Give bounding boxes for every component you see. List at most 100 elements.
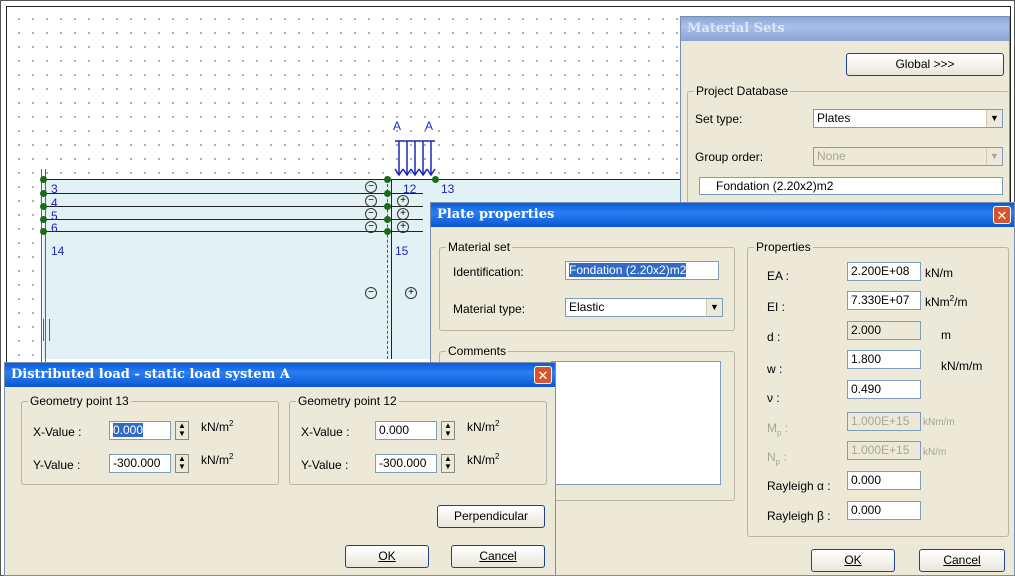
g12-y-input[interactable]: -300.000 (375, 454, 437, 473)
node-6[interactable] (40, 216, 47, 223)
boundary-tick (49, 319, 50, 341)
g12-y-label: Y-Value : (301, 458, 349, 472)
d-input: 2.000 (847, 321, 921, 340)
layer-line-2 (43, 193, 423, 194)
minus-symbol-icon: − (365, 287, 377, 299)
chevron-down-icon[interactable]: ▼ (986, 110, 1002, 127)
plate-cancel-button[interactable]: Cancel (919, 549, 1005, 572)
identification-input[interactable]: Fondation (2.20x2)m2 (565, 261, 719, 280)
g13-x-spinner[interactable]: ▲ ▼ (175, 421, 189, 440)
layer-line-1 (43, 179, 693, 180)
g12-y-spinner[interactable]: ▲ ▼ (441, 454, 455, 473)
wall-line-2 (391, 179, 392, 359)
label-14: 14 (51, 244, 65, 258)
layer-line-3 (43, 206, 423, 207)
geometry-point-12-label: Geometry point 12 (296, 394, 399, 408)
material-sets-titlebar[interactable]: Material Sets (681, 17, 1009, 41)
project-database-label: Project Database (694, 84, 791, 98)
material-type-select[interactable]: Elastic ▼ (565, 298, 723, 317)
w-unit: kN/m/m (941, 359, 983, 373)
node-14[interactable] (40, 228, 47, 235)
ea-unit: kN/m (925, 266, 953, 280)
rayleigh-beta-input[interactable]: 0.000 (847, 501, 921, 520)
material-list-item[interactable]: Fondation (2.20x2)m2 (699, 177, 1003, 195)
g12-x-label: X-Value : (301, 425, 350, 439)
plus-symbol-icon: + (405, 287, 417, 299)
d-label: d : (767, 330, 781, 344)
node-9[interactable] (384, 203, 391, 210)
label-4: 4 (51, 196, 58, 210)
distributed-load-arrows-icon[interactable] (393, 137, 441, 181)
distributed-load-window[interactable]: Distributed load - static load system A … (4, 362, 556, 576)
g13-x-input[interactable]: 0.000 (109, 421, 171, 440)
node-12[interactable] (384, 176, 391, 183)
plus-symbol-icon: + (397, 195, 409, 207)
nu-label: ν : (767, 391, 780, 405)
nu-input[interactable]: 0.490 (847, 380, 921, 399)
g13-y-unit: kN/m2 (201, 452, 234, 467)
w-label: w : (767, 362, 783, 376)
node-10[interactable] (384, 216, 391, 223)
ei-input[interactable]: 7.330E+07 (847, 291, 921, 310)
np-input: 1.000E+15 (847, 441, 921, 460)
g13-y-input[interactable]: -300.000 (109, 454, 171, 473)
ea-input[interactable]: 2.200E+08 (847, 262, 921, 281)
ei-unit: kNm2/m (925, 294, 968, 309)
node-8[interactable] (384, 190, 391, 197)
group-order-select[interactable]: None ▼ (813, 147, 1003, 166)
rayleigh-alpha-label: Rayleigh α : (767, 479, 831, 493)
plus-symbol-icon: + (397, 208, 409, 220)
load-ok-button[interactable]: OK (345, 545, 429, 568)
load-cancel-button[interactable]: Cancel (451, 545, 545, 568)
w-input[interactable]: 1.800 (847, 350, 921, 369)
perpendicular-button[interactable]: Perpendicular (437, 505, 545, 528)
rayleigh-alpha-input[interactable]: 0.000 (847, 471, 921, 490)
g12-x-spinner[interactable]: ▲ ▼ (441, 421, 455, 440)
rayleigh-beta-label: Rayleigh β : (767, 509, 831, 523)
plus-symbol-icon: + (397, 221, 409, 233)
chevron-down-icon[interactable]: ▼ (986, 148, 1002, 165)
label-3: 3 (51, 182, 58, 196)
mp-label: Mp : (767, 421, 789, 438)
global-button[interactable]: Global >>> (846, 53, 1004, 76)
distributed-load-titlebar[interactable]: Distributed load - static load system A (5, 363, 555, 387)
d-unit: m (941, 328, 951, 342)
set-type-label: Set type: (695, 112, 743, 126)
mp-input: 1.000E+15 (847, 412, 921, 431)
g13-x-unit: kN/m2 (201, 419, 234, 434)
g12-y-unit: kN/m2 (467, 452, 500, 467)
layer-line-4 (43, 219, 423, 220)
label-15: 15 (395, 244, 409, 258)
load-label-a2: A (425, 119, 434, 133)
material-set-group: Material set (439, 240, 735, 331)
label-6: 6 (51, 221, 58, 235)
g13-y-spinner[interactable]: ▲ ▼ (175, 454, 189, 473)
chevron-down-icon[interactable]: ▼ (706, 299, 722, 316)
close-icon[interactable]: ✕ (534, 366, 552, 384)
identification-label: Identification: (453, 265, 524, 279)
ei-label: EI : (767, 300, 786, 314)
set-type-select[interactable]: Plates ▼ (813, 109, 1003, 128)
node-5[interactable] (40, 203, 47, 210)
comments-label: Comments (446, 344, 509, 358)
node-3[interactable] (40, 176, 47, 183)
plate-properties-titlebar[interactable]: Plate properties (431, 203, 1014, 227)
node-11[interactable] (384, 228, 391, 235)
minus-symbol-icon: − (365, 181, 377, 193)
comments-textarea[interactable] (551, 361, 721, 485)
label-12: 12 (403, 182, 417, 196)
properties-label: Properties (754, 240, 813, 254)
plate-ok-button[interactable]: OK (811, 549, 895, 572)
g12-x-input[interactable]: 0.000 (375, 421, 437, 440)
distributed-load-title: Distributed load - static load system A (11, 367, 290, 382)
node-4[interactable] (40, 190, 47, 197)
mp-unit: kNm/m (923, 417, 955, 428)
label-13: 13 (441, 182, 455, 196)
g13-x-label: X-Value : (33, 425, 82, 439)
plate-properties-title: Plate properties (437, 207, 555, 222)
load-label-a1: A (393, 119, 402, 133)
geometry-point-13-label: Geometry point 13 (28, 394, 131, 408)
ea-label: EA : (767, 269, 790, 283)
boundary-tick (43, 319, 44, 341)
close-icon[interactable]: ✕ (993, 206, 1011, 224)
